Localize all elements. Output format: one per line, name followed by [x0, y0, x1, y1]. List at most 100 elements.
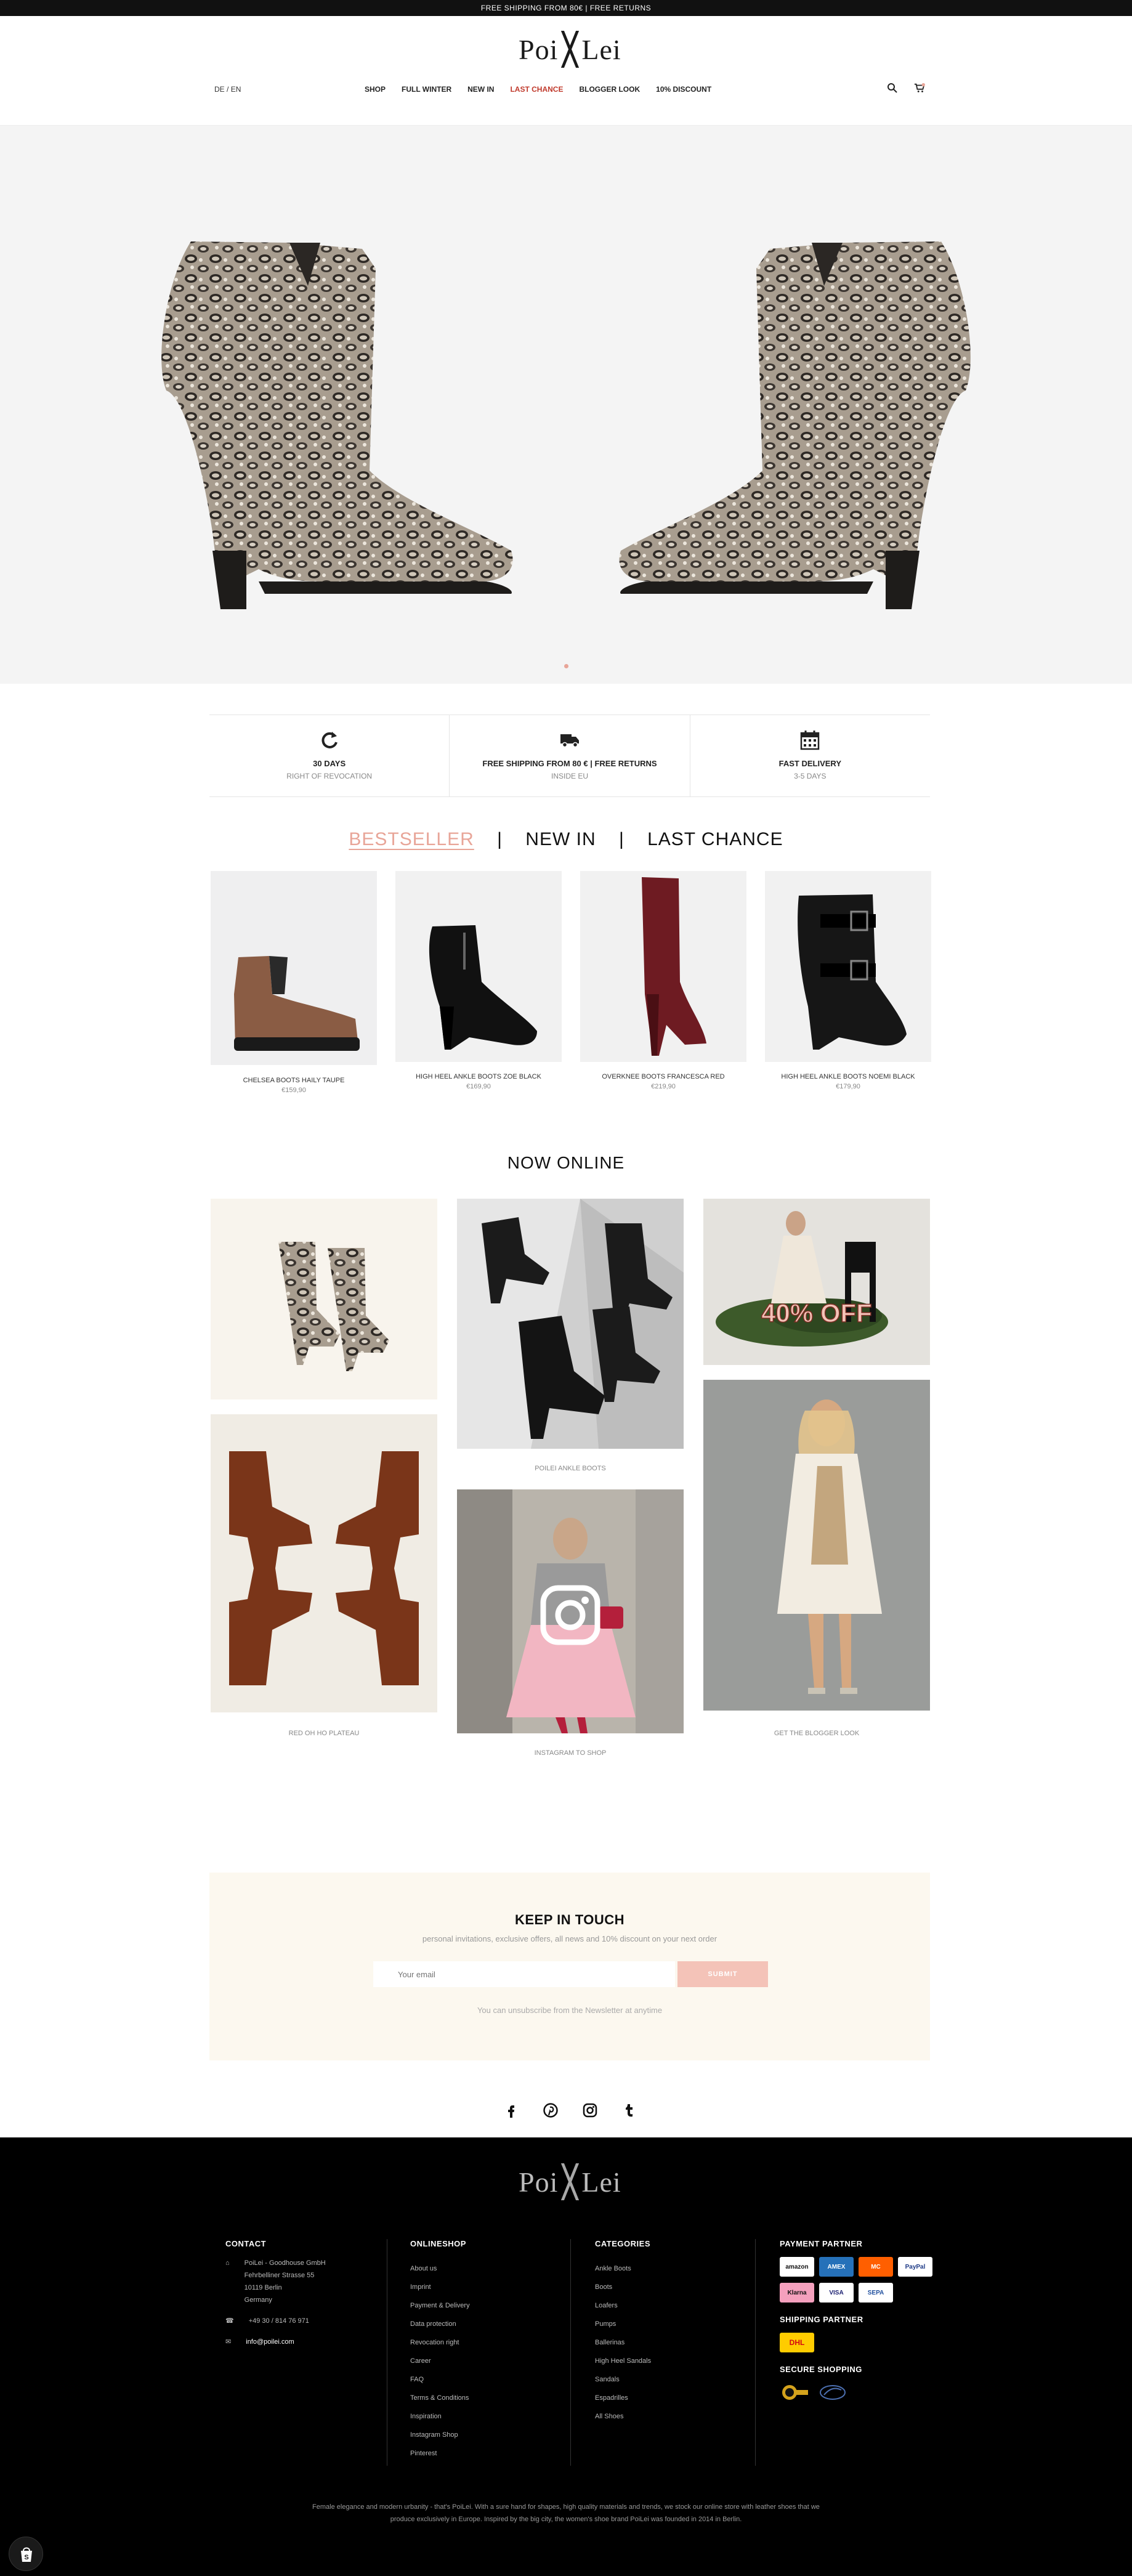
product-image-zoe[interactable]: [395, 871, 562, 1062]
footer-link[interactable]: Sandals: [595, 2370, 743, 2389]
section-title-now-online: NOW ONLINE: [507, 1153, 625, 1172]
mail-icon: ✉: [225, 2338, 232, 2346]
product-name[interactable]: OVERKNEE BOOTS FRANCESCA RED: [580, 1073, 746, 1080]
feature-title: 30 DAYS: [313, 759, 346, 768]
tile-sale[interactable]: 40% OFF: [703, 1199, 930, 1365]
footer-link[interactable]: Career: [410, 2352, 558, 2370]
nav-blogger-look[interactable]: BLOGGER LOOK: [579, 85, 640, 94]
footer-about-line: Female elegance and modern urbanity - th…: [312, 2503, 820, 2511]
tab-separator: |: [497, 829, 503, 849]
footer-link[interactable]: Payment & Delivery: [410, 2296, 558, 2315]
footer-link[interactable]: About us: [410, 2259, 558, 2278]
brand-logo[interactable]: Poi Lei: [519, 31, 621, 68]
logo-text-right: Lei: [581, 2166, 621, 2198]
tab-last-chance[interactable]: LAST CHANCE: [647, 829, 783, 849]
caption-red-plateau[interactable]: RED OH HO PLATEAU: [211, 1730, 437, 1737]
footer-link[interactable]: Pinterest: [410, 2444, 558, 2463]
product-name[interactable]: CHELSEA BOOTS HAILY TAUPE: [211, 1077, 377, 1084]
footer-link[interactable]: Espadrilles: [595, 2389, 743, 2407]
caption-poilei-ankle-boots[interactable]: POILEI ANKLE BOOTS: [457, 1465, 684, 1472]
newsletter-title: KEEP IN TOUCH: [514, 1912, 625, 1927]
service-features: 30 DAYS RIGHT OF REVOCATION FREE SHIPPIN…: [209, 715, 930, 797]
footer-heading-onlineshop: ONLINESHOP: [410, 2239, 466, 2248]
sepa-icon: SEPA: [859, 2283, 893, 2303]
tile-red-plateau[interactable]: [211, 1414, 437, 1712]
dhl-icon: DHL: [780, 2333, 814, 2352]
svg-text:S: S: [24, 2554, 28, 2561]
footer-link[interactable]: All Shoes: [595, 2407, 743, 2426]
tile-blogger-look[interactable]: [703, 1380, 930, 1711]
feature-subtitle: RIGHT OF REVOCATION: [286, 772, 373, 780]
cart-icon[interactable]: [914, 83, 925, 94]
product-name[interactable]: HIGH HEEL ANKLE BOOTS NOEMI BLACK: [765, 1073, 931, 1080]
phone-icon: ☎: [225, 2317, 234, 2325]
footer-categories: CATEGORIES Ankle Boots Boots Loafers Pum…: [595, 2239, 743, 2426]
footer-link[interactable]: High Heel Sandals: [595, 2352, 743, 2370]
footer-link[interactable]: Instagram Shop: [410, 2426, 558, 2444]
lang-en[interactable]: EN: [231, 85, 241, 94]
footer-link[interactable]: Loafers: [595, 2296, 743, 2315]
nav-shop[interactable]: SHOP: [365, 85, 386, 94]
tab-new-in[interactable]: NEW IN: [525, 829, 596, 849]
social-links: [504, 2103, 637, 2118]
shopify-badge[interactable]: S: [9, 2537, 43, 2571]
search-icon[interactable]: [887, 83, 898, 94]
phone-number[interactable]: +49 30 / 814 76 971: [249, 2315, 309, 2327]
footer-link[interactable]: Ankle Boots: [595, 2259, 743, 2278]
product-image-noemi[interactable]: [765, 871, 931, 1062]
footer-link[interactable]: Pumps: [595, 2315, 743, 2333]
footer-link[interactable]: Revocation right: [410, 2333, 558, 2352]
slider-dot[interactable]: [564, 664, 568, 668]
caption-blogger-look[interactable]: GET THE BLOGGER LOOK: [703, 1730, 930, 1737]
footer-onlineshop: ONLINESHOP About us Imprint Payment & De…: [410, 2239, 558, 2463]
main-nav: SHOP FULL WINTER NEW IN LAST CHANCE BLOG…: [365, 85, 711, 94]
tile-poilei-ankle-boots[interactable]: [457, 1199, 684, 1449]
caption-instagram-to-shop[interactable]: INSTAGRAM TO SHOP: [457, 1749, 684, 1757]
product-image-chelsea[interactable]: [211, 871, 377, 1065]
footer-link[interactable]: Imprint: [410, 2278, 558, 2296]
nav-new-in[interactable]: NEW IN: [467, 85, 494, 94]
footer-link[interactable]: FAQ: [410, 2370, 558, 2389]
nav-discount[interactable]: 10% DISCOUNT: [656, 85, 711, 94]
feature-title: FREE SHIPPING FROM 80 € | FREE RETURNS: [482, 759, 657, 768]
newsletter-note: You can unsubscribe from the Newsletter …: [477, 2006, 663, 2015]
instagram-social-icon[interactable]: [583, 2103, 597, 2118]
nav-full-winter[interactable]: FULL WINTER: [402, 85, 451, 94]
newsletter-section: KEEP IN TOUCH personal invitations, excl…: [209, 1873, 930, 2060]
footer-link[interactable]: Terms & Conditions: [410, 2389, 558, 2407]
footer-link[interactable]: Inspiration: [410, 2407, 558, 2426]
tumblr-icon[interactable]: [622, 2103, 637, 2118]
footer-logo[interactable]: Poi Lei: [519, 2163, 621, 2200]
feature-revocation: 30 DAYS RIGHT OF REVOCATION: [209, 715, 450, 796]
footer-about-line: produce exclusively in Europe. Inspired …: [390, 2516, 742, 2523]
nav-last-chance[interactable]: LAST CHANCE: [510, 85, 563, 94]
pinterest-icon[interactable]: [543, 2103, 558, 2118]
tile-snake-boots[interactable]: [211, 1199, 437, 1399]
footer-link[interactable]: Boots: [595, 2278, 743, 2296]
tab-bestseller[interactable]: BESTSELLER: [349, 829, 474, 849]
hero-slider[interactable]: [0, 126, 1132, 684]
tile-instagram[interactable]: [457, 1489, 684, 1733]
trusted-shops-badge-icon: [782, 2385, 808, 2400]
newsletter-submit-button[interactable]: SUBMIT: [677, 1961, 768, 1987]
newsletter-email-input[interactable]: [373, 1961, 675, 1987]
footer-heading-secure: SECURE SHOPPING: [780, 2365, 862, 2374]
refresh-icon: [321, 732, 338, 748]
facebook-icon[interactable]: [504, 2103, 519, 2118]
truck-icon: [560, 734, 579, 748]
sale-badge-text: 40% OFF: [761, 1298, 872, 1327]
product-image-francesca[interactable]: [580, 871, 746, 1062]
footer-link[interactable]: Data protection: [410, 2315, 558, 2333]
footer-link[interactable]: Ballerinas: [595, 2333, 743, 2352]
logo-text-left: Poi: [519, 2166, 559, 2198]
newsletter-subtitle: personal invitations, exclusive offers, …: [422, 1934, 718, 1943]
home-icon: ⌂: [225, 2259, 230, 2267]
email-link[interactable]: info@poilei.com: [246, 2336, 294, 2348]
lang-separator: /: [227, 85, 229, 94]
address-line: Fehrbelliner Strasse 55: [244, 2272, 315, 2279]
lang-de[interactable]: DE: [214, 85, 225, 94]
footer-partners: PAYMENT PARTNER amazon AMEX MC PayPal Kl…: [780, 2239, 934, 2402]
product-name[interactable]: HIGH HEEL ANKLE BOOTS ZOE BLACK: [395, 1073, 562, 1080]
address-line: 10119 Berlin: [244, 2284, 282, 2291]
footer-heading-payment: PAYMENT PARTNER: [780, 2239, 863, 2248]
